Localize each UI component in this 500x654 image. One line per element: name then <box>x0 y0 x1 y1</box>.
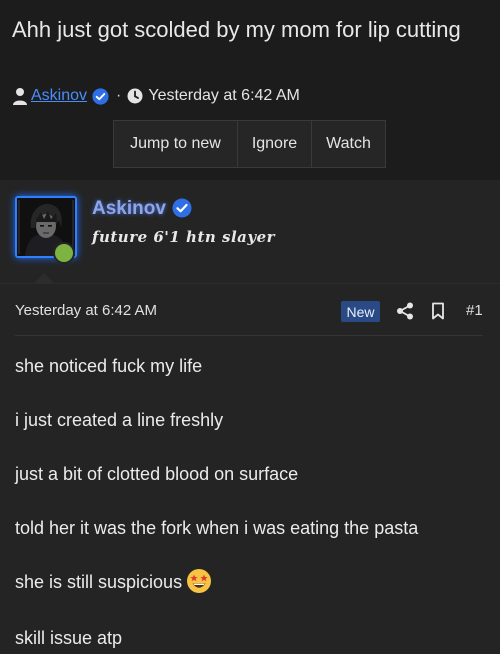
message-caret <box>34 273 54 283</box>
bookmark-icon[interactable] <box>430 302 446 320</box>
watch-button[interactable]: Watch <box>312 121 385 167</box>
post-number-link[interactable]: #1 <box>466 302 483 319</box>
share-icon[interactable] <box>396 302 414 320</box>
post-line: i just created a line freshly <box>15 410 224 430</box>
star-struck-emoji-icon <box>187 569 212 593</box>
meta-separator: · <box>116 87 122 104</box>
clock-icon <box>127 88 143 104</box>
thread-meta: Askinov · Yesterday at 6:42 AM <box>12 84 300 108</box>
thread-actions: Jump to new Ignore Watch <box>113 120 386 168</box>
post-author[interactable]: Askinov <box>92 198 166 220</box>
post-line: skill issue atp <box>15 628 123 648</box>
post-body: Yesterday at 6:42 AM New #1 she noticed … <box>0 283 500 654</box>
thread-header: Ahh just got scolded by my mom for lip c… <box>0 0 500 180</box>
post-line: just a bit of clotted blood on surface <box>15 464 299 484</box>
thread-date[interactable]: Yesterday at 6:42 AM <box>148 87 300 105</box>
user-icon <box>13 88 27 105</box>
jump-to-new-button[interactable]: Jump to new <box>114 121 238 167</box>
verified-badge-icon <box>172 198 192 218</box>
user-title: future 6'1 htn slayer <box>92 228 276 246</box>
thread-author-link[interactable]: Askinov <box>31 87 87 105</box>
divider <box>15 335 483 336</box>
post: Askinov future 6'1 htn slayer Yesterday … <box>0 180 500 654</box>
post-line-with-emoji: she is still suspicious <box>15 569 212 596</box>
verified-badge-icon <box>92 87 109 105</box>
new-badge: New <box>341 301 380 322</box>
post-line-text: she is still suspicious <box>15 571 183 592</box>
online-status-dot <box>53 242 75 264</box>
post-line: told her it was the fork when i was eati… <box>15 518 419 538</box>
post-date[interactable]: Yesterday at 6:42 AM <box>15 302 157 319</box>
post-line: she noticed fuck my life <box>15 356 203 376</box>
ignore-button[interactable]: Ignore <box>238 121 312 167</box>
thread-title: Ahh just got scolded by my mom for lip c… <box>12 17 461 42</box>
